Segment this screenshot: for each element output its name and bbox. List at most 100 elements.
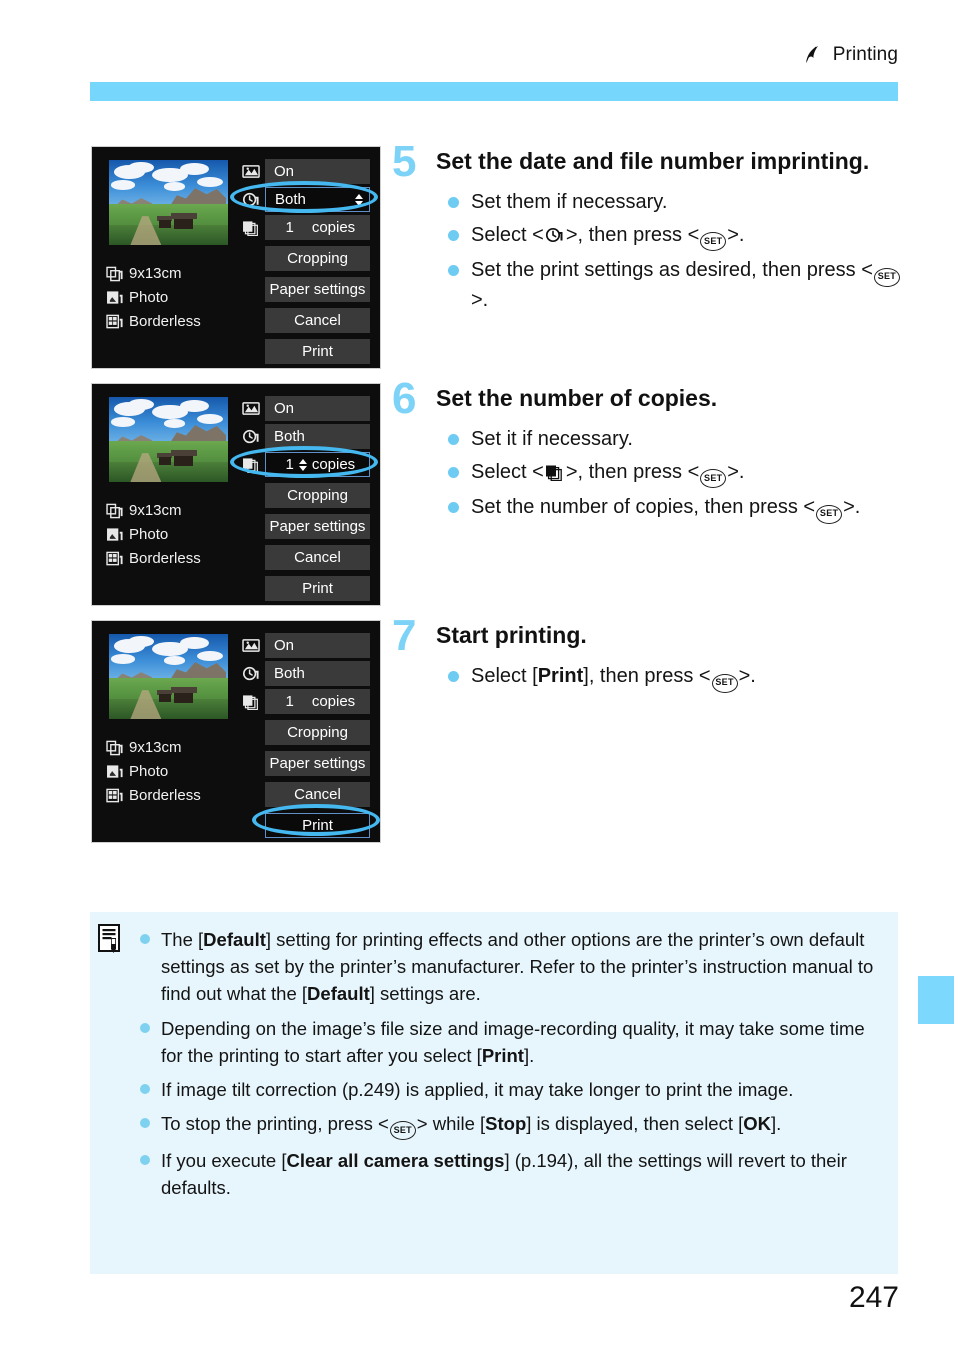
paper-info-row: Photo (106, 289, 242, 306)
emphasis-text: Clear all camera settings (286, 1150, 505, 1172)
setting-row-printing-effect[interactable]: On (242, 396, 370, 421)
note-item: If image tilt correction (p.249) is appl… (140, 1076, 882, 1103)
paper-info-label: Photo (129, 763, 169, 780)
date-imprint-value-field[interactable]: Both (265, 424, 370, 449)
emphasis-text: Print (481, 1044, 524, 1066)
screen-step5: 9x13cm Photo Borderless On Both 1 copies Croppi… (91, 146, 381, 369)
button-paper-settings[interactable]: Paper settings (265, 277, 370, 302)
copies-value-field[interactable]: 1 copies (265, 215, 370, 240)
paper-info-row: 9x13cm (106, 265, 242, 282)
button-label: Print (302, 817, 333, 834)
emphasis-text: Print (537, 665, 584, 688)
button-label: Paper settings (269, 755, 366, 772)
setting-row-printing-effect[interactable]: On (242, 633, 370, 658)
page-layout-icon (106, 551, 125, 567)
photo-thumbnail (109, 397, 228, 482)
emphasis-text: OK (743, 1113, 772, 1135)
button-label: Cancel (294, 549, 341, 566)
bullet-text: Set it if necessary. (471, 428, 633, 451)
step-bullet: Select < >, then press < SET >. (448, 222, 904, 252)
paper-size-icon (106, 266, 125, 282)
step-header: 6 Set the number of copies. (392, 374, 904, 423)
button-cancel[interactable]: Cancel (265, 545, 370, 570)
setting-row-copies[interactable]: 1 copies (242, 452, 370, 477)
button-cropping[interactable]: Cropping (265, 246, 370, 271)
button-cancel[interactable]: Cancel (265, 782, 370, 807)
printing-effect-value-field[interactable]: On (265, 396, 370, 421)
paper-info-row: 9x13cm (106, 739, 242, 756)
setting-row-date-imprint[interactable]: Both (242, 187, 370, 212)
copies-unit-label: copies (311, 456, 356, 473)
photo-thumbnail (109, 160, 228, 245)
paper-size-icon (106, 503, 125, 519)
paper-info-row: Borderless (106, 550, 242, 567)
button-label: Print (302, 343, 333, 360)
set-button-icon: SET (873, 267, 900, 287)
bullet-dot-icon (448, 265, 459, 277)
paper-info-label: Photo (129, 526, 169, 543)
button-label: Cropping (287, 724, 348, 741)
button-print[interactable]: Print (265, 813, 370, 838)
date-imprint-icon (242, 192, 262, 208)
photo-thumbnail (109, 634, 228, 719)
setting-value-label: On (274, 637, 295, 654)
emphasis-text: Default (307, 983, 370, 1005)
print-settings-column: On Both 1 copies Cropping Paper settings Cance… (242, 159, 370, 364)
copies-number: 1 (285, 456, 294, 473)
step-bullet: Select < >, then press < SET >. (448, 459, 904, 489)
paper-info-label: Borderless (129, 313, 201, 330)
date-imprint-value-field[interactable]: Both (265, 187, 370, 212)
bullet-dot-icon (448, 229, 459, 241)
bullet-text: Select < >, then press < SET >. (471, 459, 745, 489)
button-cropping[interactable]: Cropping (265, 483, 370, 508)
bullet-dot-icon (448, 502, 459, 514)
printing-effect-icon (242, 638, 262, 654)
button-label: Paper settings (269, 518, 366, 535)
note-text: To stop the printing, press < SET > while … (161, 1110, 882, 1141)
note-bullet-dot-icon (140, 1118, 150, 1129)
date-imprint-icon (242, 666, 262, 682)
button-label: Paper settings (269, 281, 366, 298)
step-number: 6 (392, 374, 417, 423)
button-print[interactable]: Print (265, 576, 370, 601)
print-settings-column: On Both 1 copies Cropping Paper settings Cance… (242, 396, 370, 601)
copies-number: 1 (285, 219, 294, 236)
copies-value-field[interactable]: 1 copies (265, 689, 370, 714)
setting-row-date-imprint[interactable]: Both (242, 661, 370, 686)
paper-info-label: 9x13cm (129, 739, 182, 756)
button-cancel[interactable]: Cancel (265, 308, 370, 333)
set-button-icon: SET (711, 673, 738, 693)
setting-row-copies[interactable]: 1 copies (242, 215, 370, 240)
paper-type-icon (106, 290, 125, 306)
paper-info-row: 9x13cm (106, 502, 242, 519)
note-box: The [Default] setting for printing effec… (90, 912, 898, 1274)
printing-effect-value-field[interactable]: On (265, 633, 370, 658)
setting-value-label: Both (274, 428, 305, 445)
button-paper-settings[interactable]: Paper settings (265, 751, 370, 776)
setting-row-printing-effect[interactable]: On (242, 159, 370, 184)
button-label: Cancel (294, 786, 341, 803)
copies-value-field[interactable]: 1 copies (265, 452, 370, 477)
button-label: Cropping (287, 487, 348, 504)
note-item: Depending on the image’s file size and i… (140, 1015, 882, 1069)
chapter-header: Printing (802, 44, 898, 66)
printing-effect-value-field[interactable]: On (265, 159, 370, 184)
note-text: If image tilt correction (p.249) is appl… (161, 1078, 794, 1100)
setting-row-copies[interactable]: 1 copies (242, 689, 370, 714)
paper-info-label: Borderless (129, 787, 201, 804)
button-print[interactable]: Print (265, 339, 370, 364)
emphasis-text: Stop (485, 1113, 527, 1135)
date-imprint-value-field[interactable]: Both (265, 661, 370, 686)
step-header: 5 Set the date and file number imprinting… (392, 139, 904, 184)
note-bullet-dot-icon (140, 1083, 150, 1094)
value-spinner-icon[interactable] (355, 193, 363, 206)
copies-icon (242, 457, 262, 473)
button-paper-settings[interactable]: Paper settings (265, 514, 370, 539)
copies-spinner-icon[interactable] (298, 458, 307, 471)
set-button-icon: SET (700, 469, 727, 489)
print-settings-column: On Both 1 copies Cropping Paper settings Cance… (242, 633, 370, 838)
button-cropping[interactable]: Cropping (265, 720, 370, 745)
note-text: If you execute [Clear all camera setting… (161, 1150, 847, 1199)
setting-row-date-imprint[interactable]: Both (242, 424, 370, 449)
paper-info-label: 9x13cm (129, 265, 182, 282)
